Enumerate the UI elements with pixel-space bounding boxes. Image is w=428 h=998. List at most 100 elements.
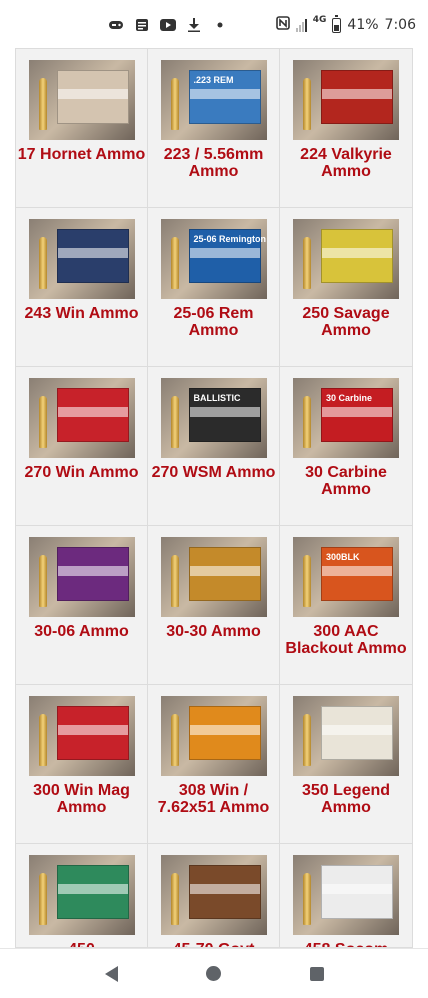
product-link[interactable]: 458 Socom — [282, 941, 410, 947]
product-image[interactable] — [28, 855, 135, 935]
product-image[interactable] — [293, 219, 399, 299]
box-stripe — [322, 89, 392, 99]
box-stripe — [322, 407, 392, 417]
product-link[interactable]: 223 / 5.56mm Ammo — [150, 146, 278, 180]
product-link[interactable]: 243 Win Ammo — [18, 305, 146, 322]
product-card[interactable]: 250 Savage Ammo — [280, 208, 412, 367]
product-card[interactable]: 308 Win / 7.62x51 Ammo — [148, 685, 280, 844]
product-image[interactable]: 25-06 Remington — [160, 219, 267, 299]
product-link[interactable]: 308 Win / 7.62x51 Ammo — [150, 782, 278, 816]
box-print: .223 REM — [193, 75, 234, 85]
cartridge-image — [303, 555, 311, 607]
product-image[interactable] — [28, 378, 135, 458]
product-image[interactable] — [160, 696, 267, 776]
product-card[interactable]: 450 — [16, 844, 148, 947]
status-bar: 4G 41% 7:06 — [0, 0, 428, 48]
cartridge-image — [170, 396, 179, 448]
box-stripe — [189, 884, 260, 894]
nfc-icon — [275, 16, 290, 34]
ammo-box-image — [321, 229, 393, 283]
product-card[interactable]: 270 Win Ammo — [16, 367, 148, 526]
product-card[interactable]: 300BLK 300 AAC Blackout Ammo — [280, 526, 412, 685]
product-image[interactable]: 300BLK — [293, 537, 399, 617]
product-link[interactable]: 30-06 Ammo — [18, 623, 146, 640]
battery-icon — [332, 14, 342, 33]
product-image[interactable] — [293, 60, 399, 140]
product-image[interactable]: BALLISTIC — [160, 378, 267, 458]
product-card[interactable]: 458 Socom — [280, 844, 412, 947]
box-stripe — [189, 725, 260, 735]
recent-apps-square-icon — [309, 966, 324, 981]
box-stripe — [189, 566, 260, 576]
ammo-box-image: .223 REM — [188, 70, 261, 124]
home-button[interactable] — [194, 954, 234, 994]
box-print: 30 Carbine — [326, 393, 373, 403]
clock: 7:06 — [384, 17, 416, 33]
product-image[interactable] — [160, 537, 267, 617]
product-link[interactable]: 30 Carbine Ammo — [282, 464, 410, 498]
product-image[interactable]: 30 Carbine — [293, 378, 399, 458]
product-link[interactable]: 250 Savage Ammo — [282, 305, 410, 339]
product-card[interactable]: 30 Carbine 30 Carbine Ammo — [280, 367, 412, 526]
product-link[interactable]: 450 — [18, 941, 146, 947]
cartridge-image — [170, 78, 179, 130]
product-image[interactable] — [28, 537, 135, 617]
product-link[interactable]: 300 Win Mag Ammo — [18, 782, 146, 816]
product-card[interactable]: 17 Hornet Ammo — [16, 49, 148, 208]
ammo-box-image — [321, 70, 393, 124]
product-card[interactable]: 350 Legend Ammo — [280, 685, 412, 844]
notification-icons — [108, 18, 228, 32]
back-triangle-icon — [104, 965, 118, 982]
product-link[interactable]: 300 AAC Blackout Ammo — [282, 623, 410, 657]
product-link[interactable]: 270 Win Ammo — [18, 464, 146, 481]
box-stripe — [322, 248, 392, 258]
ammo-box-image — [56, 70, 129, 124]
navigation-bar — [0, 948, 428, 998]
product-link[interactable]: 45-70 Govt — [150, 941, 278, 947]
product-link[interactable]: 30-30 Ammo — [150, 623, 278, 640]
recent-apps-button[interactable] — [297, 954, 337, 994]
product-card[interactable]: 243 Win Ammo — [16, 208, 148, 367]
box-stripe — [189, 89, 260, 99]
cartridge-image — [303, 873, 311, 925]
cartridge-image — [303, 714, 311, 766]
product-image[interactable]: .223 REM — [160, 60, 267, 140]
box-stripe — [322, 566, 392, 576]
box-stripe — [57, 89, 128, 99]
ammo-box-image — [56, 865, 129, 919]
product-image[interactable] — [28, 60, 135, 140]
box-print: 25-06 Remington — [193, 234, 267, 244]
product-card[interactable]: 300 Win Mag Ammo — [16, 685, 148, 844]
product-link[interactable]: 270 WSM Ammo — [150, 464, 278, 481]
box-stripe — [57, 248, 128, 258]
product-card[interactable]: 30-30 Ammo — [148, 526, 280, 685]
home-circle-icon — [206, 966, 222, 981]
product-card[interactable]: 45-70 Govt — [148, 844, 280, 947]
cartridge-image — [38, 78, 47, 130]
product-card[interactable]: .223 REM 223 / 5.56mm Ammo — [148, 49, 280, 208]
product-image[interactable] — [160, 855, 267, 935]
cartridge-image — [303, 396, 311, 448]
product-grid: 17 Hornet Ammo .223 REM 223 / 5.56mm Ammo 2… — [15, 48, 413, 948]
box-stripe — [57, 725, 128, 735]
product-card[interactable]: 224 Valkyrie Ammo — [280, 49, 412, 208]
product-card[interactable]: 25-06 Remington 25-06 Rem Ammo — [148, 208, 280, 367]
cartridge-image — [38, 237, 47, 289]
product-image[interactable] — [293, 696, 399, 776]
product-card[interactable]: BALLISTIC 270 WSM Ammo — [148, 367, 280, 526]
product-grid-inner: 17 Hornet Ammo .223 REM 223 / 5.56mm Ammo 2… — [16, 49, 412, 947]
product-link[interactable]: 224 Valkyrie Ammo — [282, 146, 410, 180]
product-image[interactable] — [293, 855, 399, 935]
youtube-icon — [160, 18, 176, 32]
cartridge-image — [303, 78, 311, 130]
game-controller-icon — [108, 18, 124, 32]
product-image[interactable] — [28, 219, 135, 299]
product-link[interactable]: 25-06 Rem Ammo — [150, 305, 278, 339]
cartridge-image — [170, 555, 179, 607]
battery-percent: 41% — [347, 17, 379, 33]
product-link[interactable]: 350 Legend Ammo — [282, 782, 410, 816]
back-button[interactable] — [91, 954, 131, 994]
product-card[interactable]: 30-06 Ammo — [16, 526, 148, 685]
product-image[interactable] — [28, 696, 135, 776]
product-link[interactable]: 17 Hornet Ammo — [18, 146, 146, 163]
